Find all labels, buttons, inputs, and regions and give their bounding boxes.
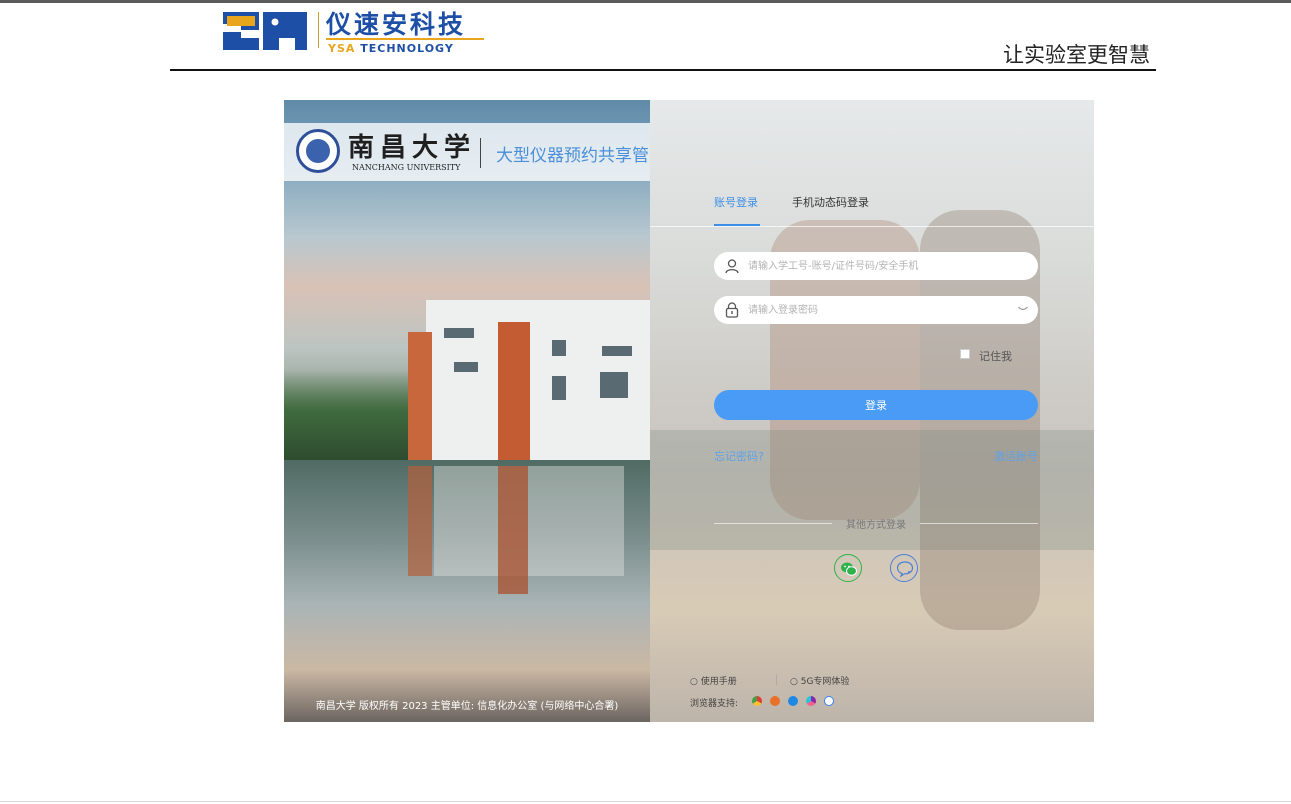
ie-icon: [788, 696, 798, 706]
tab-sms-login[interactable]: 手机动态码登录: [792, 194, 869, 210]
wechat-login-button[interactable]: [834, 554, 862, 582]
column-reflection: [498, 466, 528, 594]
brand-name-en: YSA TECHNOLOGY: [328, 42, 454, 55]
brand-en-rest: TECHNOLOGY: [355, 42, 454, 55]
logo-divider: [318, 12, 319, 48]
wechat-icon: [841, 562, 857, 576]
5g-network-link[interactable]: ○ 5G专网体验: [790, 674, 849, 687]
tab-account-login[interactable]: 账号登录: [714, 194, 758, 210]
building-window: [552, 376, 566, 400]
footer-separator: [776, 675, 777, 685]
system-name: 大型仪器预约共享管: [496, 146, 649, 166]
chrome-icon: [752, 696, 762, 706]
building-window: [454, 362, 478, 372]
password-input[interactable]: [748, 300, 1018, 320]
brand-underline: [326, 38, 484, 40]
remember-checkbox[interactable]: [960, 349, 970, 359]
chat-icon: [896, 561, 914, 578]
building-window: [602, 346, 632, 356]
remember-label[interactable]: 记住我: [979, 348, 1012, 364]
university-name-en: NANCHANG UNIVERSITY: [352, 163, 461, 172]
banner-divider: [480, 138, 481, 168]
login-card: 南昌大学 NANCHANG UNIVERSITY 大型仪器预约共享管 南昌大学 …: [284, 100, 1094, 722]
building-window: [552, 340, 566, 356]
activate-account-link[interactable]: 激活账号: [994, 448, 1038, 464]
user-manual-label[interactable]: 使用手册: [701, 677, 737, 687]
university-name-cn: 南昌大学: [348, 133, 477, 163]
site-header: 仪速安科技 YSA TECHNOLOGY 让实验室更智慧: [170, 3, 1156, 71]
lock-icon: [725, 302, 739, 318]
password-field[interactable]: [714, 296, 1038, 324]
slogan: 让实验室更智慧: [1003, 43, 1150, 67]
university-seal-icon: [296, 129, 340, 173]
tabs-divider: [650, 226, 1094, 227]
campus-photo: 南昌大学 NANCHANG UNIVERSITY 大型仪器预约共享管 南昌大学 …: [284, 100, 650, 722]
username-field[interactable]: [714, 252, 1038, 280]
eye-closed-icon[interactable]: [1018, 306, 1028, 312]
divider-line: [920, 523, 1038, 524]
building-reflection: [434, 466, 624, 576]
page-bottom-border: [0, 801, 1291, 802]
username-input[interactable]: [748, 256, 1018, 276]
wing-reflection: [408, 466, 432, 576]
other-login-methods-label: 其他方式登录: [846, 520, 906, 531]
login-button[interactable]: 登录: [714, 390, 1038, 420]
university-banner: 南昌大学 NANCHANG UNIVERSITY 大型仪器预约共享管: [284, 123, 650, 181]
building-window: [444, 328, 474, 338]
divider-line: [714, 523, 832, 524]
other-browser-icon: [824, 696, 834, 706]
forgot-password-link[interactable]: 忘记密码?: [714, 448, 764, 464]
building-column: [498, 322, 530, 460]
browser-support-label: 浏览器支持:: [690, 699, 739, 709]
chat-login-button[interactable]: [890, 554, 918, 582]
safari-icon: [806, 696, 816, 706]
brand-en-highlight: YSA: [328, 42, 356, 55]
user-icon: [725, 259, 739, 274]
building-wing: [408, 332, 432, 460]
5g-network-label[interactable]: 5G专网体验: [801, 677, 850, 687]
login-panel: 账号登录 手机动态码登录 记住我 登: [650, 100, 1094, 722]
building-window: [600, 372, 628, 398]
user-manual-link[interactable]: ○ 使用手册: [690, 674, 737, 687]
brand-name-cn: 仪速安科技: [326, 10, 467, 39]
firefox-icon: [770, 696, 780, 706]
ysa-logo-icon: [223, 12, 307, 50]
copyright-text: 南昌大学 版权所有 2023 主管单位: 信息化办公室 (与网络中心合署): [315, 701, 619, 712]
